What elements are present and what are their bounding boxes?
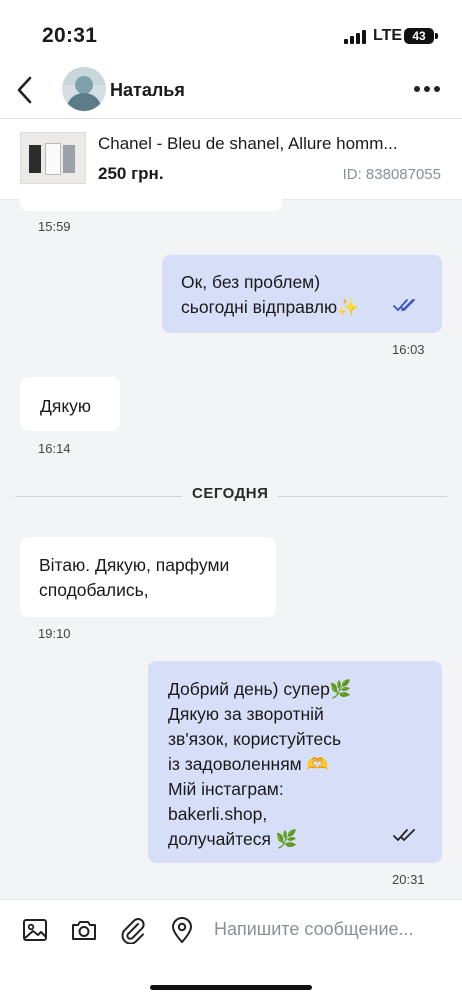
message-line: із задоволенням 🫶	[168, 754, 329, 774]
product-price: 250 грн.	[98, 164, 164, 183]
message-time: 16:03	[392, 342, 425, 357]
message-composer	[0, 899, 462, 1001]
product-title[interactable]: Chanel - Bleu de shanel, Allure homm...	[98, 134, 438, 154]
double-check-icon	[393, 299, 415, 311]
status-bar: 20:31 LTE 43	[0, 0, 462, 62]
message-time: 16:14	[38, 441, 71, 456]
image-icon[interactable]	[21, 916, 49, 944]
message-bubble-outgoing[interactable]: Ок, без проблем) сьогодні відправлю✨	[162, 255, 442, 333]
network-type: LTE	[373, 27, 403, 44]
back-arrow-icon[interactable]	[14, 72, 38, 108]
message-bubble-incoming[interactable]: Вітаю. Дякую, парфуми сподобались,	[20, 537, 276, 617]
chat-header: Наталья	[0, 62, 462, 118]
message-line: Вітаю. Дякую, парфуми	[39, 555, 230, 575]
double-check-icon	[393, 829, 415, 841]
message-time: 20:31	[392, 872, 425, 887]
battery-icon: 43	[404, 28, 434, 44]
message-time: 19:10	[38, 626, 71, 641]
status-time: 20:31	[42, 24, 98, 47]
message-bubble-incoming[interactable]: Дякую	[20, 377, 120, 431]
camera-icon[interactable]	[70, 916, 98, 944]
message-line: Мій інстаграм:	[168, 779, 284, 799]
more-dots-icon[interactable]	[414, 86, 440, 94]
message-time: 15:59	[38, 219, 71, 234]
location-pin-icon[interactable]	[168, 916, 196, 944]
message-line: зв'язок, користуйтесь	[168, 729, 342, 749]
message-line: Добрий день) супер🌿	[168, 679, 352, 699]
message-bubble-incoming[interactable]	[20, 189, 282, 211]
product-thumbnail[interactable]	[20, 132, 86, 184]
message-bubble-outgoing[interactable]: Добрий день) супер🌿 Дякую за зворотній з…	[148, 661, 442, 863]
home-indicator	[150, 985, 312, 990]
message-line: сьогодні відправлю✨	[181, 297, 359, 317]
message-input[interactable]	[214, 914, 444, 944]
message-line: Ок, без проблем)	[181, 272, 321, 292]
signal-icon	[344, 30, 368, 44]
message-line: bakerli.shop,	[168, 804, 268, 824]
contact-name[interactable]: Наталья	[110, 80, 185, 101]
message-line: Дякую за зворотній	[168, 704, 324, 724]
message-line: Дякую	[40, 396, 92, 416]
battery-cap	[435, 33, 438, 39]
message-list[interactable]: 15:59 Ок, без проблем) сьогодні відправл…	[0, 189, 462, 899]
message-line: сподобались,	[39, 580, 149, 600]
product-card[interactable]: Chanel - Bleu de shanel, Allure homm... …	[0, 118, 462, 200]
product-id: ID: 838087055	[342, 166, 441, 183]
message-line: долучайтеся 🌿	[168, 829, 298, 849]
avatar[interactable]	[62, 67, 106, 111]
paperclip-icon[interactable]	[119, 916, 147, 945]
date-divider: СЕГОДНЯ	[182, 485, 279, 502]
